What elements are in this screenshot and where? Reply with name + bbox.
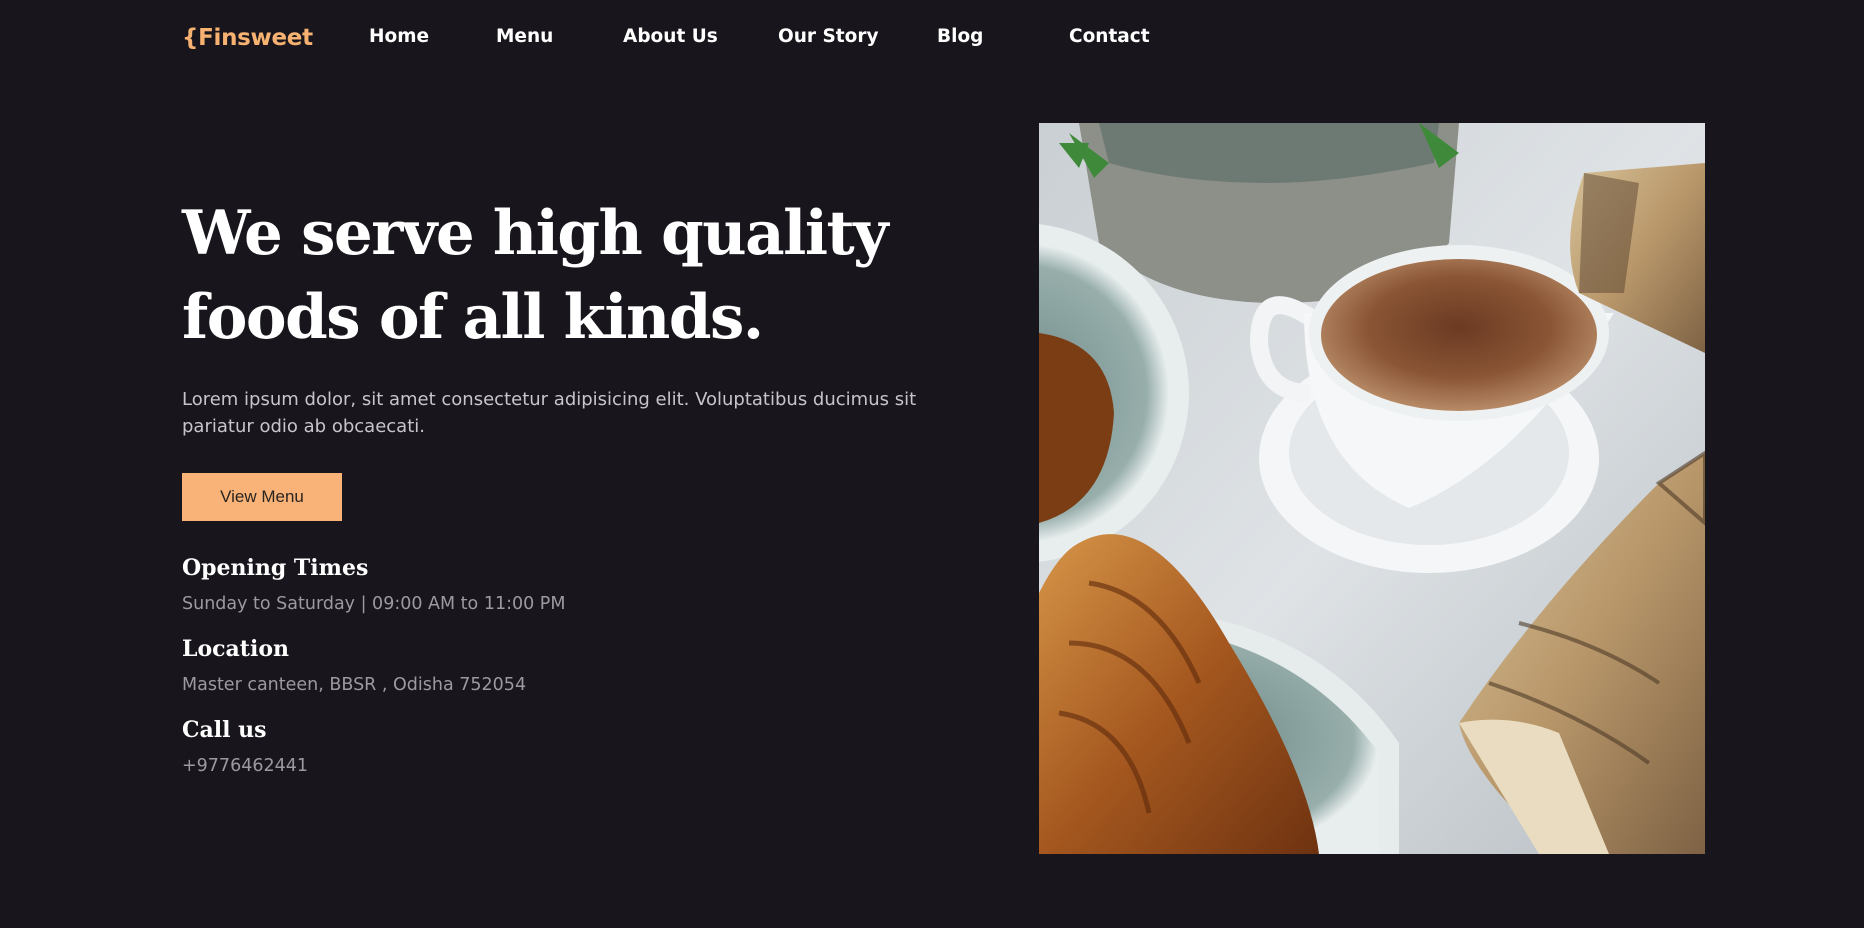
nav-link-blog[interactable]: Blog [937,26,983,47]
location-text: Master canteen, BBSR , Odisha 752054 [182,675,527,695]
hero-title: We serve high quality foods of all kinds… [182,192,902,360]
nav-link-menu[interactable]: Menu [496,26,553,47]
phone-number: +9776462441 [182,756,309,776]
coffee-and-croissants-photo [1039,123,1705,854]
nav-link-about-us[interactable]: About Us [623,26,718,47]
opening-times-text: Sunday to Saturday | 09:00 AM to 11:00 P… [182,594,566,614]
call-us-heading: Call us [182,717,267,743]
brand-logo[interactable]: {Finsweet [182,25,313,51]
nav-link-our-story[interactable]: Our Story [778,26,879,47]
hero-title-line-2: foods of all kinds. [182,282,764,353]
location-heading: Location [182,636,289,662]
nav-link-home[interactable]: Home [369,26,429,47]
hero-description: Lorem ipsum dolor, sit amet consectetur … [182,386,922,440]
nav-link-contact[interactable]: Contact [1069,26,1150,47]
hero-description-line-1: Lorem ipsum dolor, sit amet consectetur … [182,389,917,410]
hero-image [1039,123,1705,854]
navbar: {Finsweet Home Menu About Us Our Story B… [182,18,1150,58]
hero-title-line-1: We serve high quality [182,198,889,269]
view-menu-button[interactable]: View Menu [182,473,342,521]
hero-description-line-2: pariatur odio ab obcaecati. [182,416,425,437]
opening-times-heading: Opening Times [182,555,369,581]
